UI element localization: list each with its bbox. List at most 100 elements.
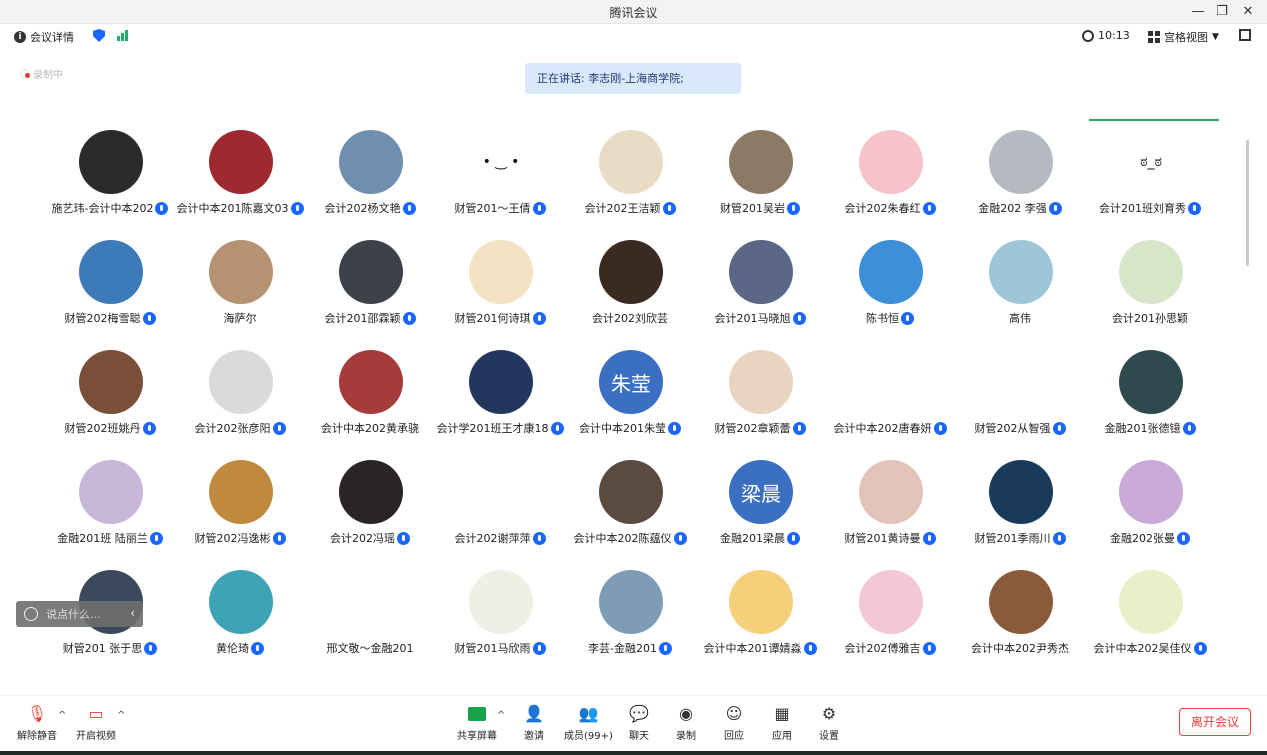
participant-tile[interactable]: 财管201黄诗曼 <box>825 450 955 560</box>
chat-input-bubble[interactable]: 说点什么... ‹ <box>16 601 143 627</box>
members-button[interactable]: 👥 成员(99+) <box>564 704 613 742</box>
fullscreen-icon <box>1239 29 1251 41</box>
participant-name-row: 财管202冯逸彬 <box>175 530 305 546</box>
meeting-details-label: 会议详情 <box>30 31 74 44</box>
participant-tile[interactable]: 朱莹 会计中本201朱莹 <box>565 340 695 450</box>
participant-name: 陈书恒 <box>866 312 899 325</box>
participant-name: 会计中本202陈蕴仪 <box>573 532 672 545</box>
chat-icon: 💬 <box>629 704 649 723</box>
participant-tile[interactable]: 金融201班 陆丽兰 <box>45 450 175 560</box>
view-label: 宫格视图 <box>1164 31 1208 44</box>
participant-tile[interactable]: 财管202章颖蕾 <box>695 340 825 450</box>
participant-name-row: 会计202冯瑶 <box>305 530 435 546</box>
participant-tile[interactable]: 财管202冯逸彬 <box>175 450 305 560</box>
unmute-button[interactable]: 🎙 解除静音 <box>17 704 57 742</box>
participant-tile[interactable]: ಠ_ಠ 会计201班刘育秀 <box>1085 120 1215 230</box>
meeting-timer[interactable]: 10:13 <box>1082 29 1130 42</box>
mic-icon <box>787 201 800 215</box>
participant-name: 会计学201班王才康18 <box>436 422 549 435</box>
participant-tile[interactable]: 金融202张曼 <box>1085 450 1215 560</box>
participant-tile[interactable]: 陈书恒 <box>825 230 955 340</box>
start-video-button[interactable]: ▭ 开启视频 <box>76 704 116 742</box>
participant-tile[interactable]: 会计中本202尹秀杰 <box>955 560 1085 670</box>
participant-tile[interactable]: 会计201孙思颖 <box>1085 230 1215 340</box>
avatar <box>79 240 143 304</box>
taskbar-edge <box>0 751 1267 755</box>
participant-tile[interactable]: 会计中本202陈蕴仪 <box>565 450 695 560</box>
participant-name-row: 财管202班姚丹 <box>45 420 175 436</box>
participant-name: 会计中本202尹秀杰 <box>971 642 1069 655</box>
react-button[interactable]: ☺ 回应 <box>723 704 745 742</box>
participant-tile[interactable]: 财管202从智强 <box>955 340 1085 450</box>
recording-label: 录制中 <box>33 70 63 81</box>
participant-tile[interactable]: 会计中本201谭婧淼 <box>695 560 825 670</box>
participant-tile[interactable]: 财管201何诗琪 <box>435 230 565 340</box>
emoji-icon[interactable] <box>24 607 38 621</box>
leave-meeting-button[interactable]: 离开会议 <box>1179 708 1251 736</box>
participant-name: 会计中本202唐春妍 <box>833 422 932 435</box>
meeting-details-button[interactable]: i 会议详情 <box>14 29 74 45</box>
fullscreen-button[interactable] <box>1239 29 1251 41</box>
participant-tile[interactable]: • ‿ • 财管201～王倩 <box>435 120 565 230</box>
security-button[interactable] <box>93 29 105 42</box>
collapse-chat-icon[interactable]: ‹ <box>130 606 135 620</box>
restore-button[interactable]: ❐ <box>1210 2 1234 22</box>
participant-tile[interactable]: 邢文敬～金融201 <box>305 560 435 670</box>
close-button[interactable]: ✕ <box>1236 2 1260 22</box>
participant-tile[interactable]: 黄伦琦 <box>175 560 305 670</box>
mic-icon <box>792 311 806 325</box>
participant-tile[interactable]: 会计202张彦阳 <box>175 340 305 450</box>
chat-button[interactable]: 💬 聊天 <box>628 704 650 742</box>
participant-tile[interactable]: 会计202谢萍萍 <box>435 450 565 560</box>
participant-tile[interactable]: 财管201季雨川 <box>955 450 1085 560</box>
participant-tile[interactable]: 财管201马欣雨 <box>435 560 565 670</box>
settings-button[interactable]: ⚙ 设置 <box>818 704 840 742</box>
apps-button[interactable]: ▦ 应用 <box>771 704 793 742</box>
record-button[interactable]: ◉ 录制 <box>675 704 697 742</box>
participant-tile[interactable]: 金融202 李强 <box>955 120 1085 230</box>
participant-tile[interactable]: 会计201马晓旭 <box>695 230 825 340</box>
avatar <box>339 130 403 194</box>
avatar <box>209 570 273 634</box>
video-options-caret[interactable]: ^ <box>117 710 125 721</box>
muted-mic-icon: 🎙 <box>26 704 48 723</box>
mic-icon <box>1177 531 1190 545</box>
participant-tile[interactable]: 会计202冯瑶 <box>305 450 435 560</box>
view-switch-button[interactable]: 宫格视图 ▼ <box>1148 29 1219 45</box>
minimize-button[interactable]: — <box>1186 2 1210 22</box>
participant-tile[interactable]: 会计201邵霖颖 <box>305 230 435 340</box>
participant-tile[interactable]: 会计202傅雅吉 <box>825 560 955 670</box>
participant-tile[interactable]: 会计202杨文艳 <box>305 120 435 230</box>
grid-scrollbar[interactable] <box>1246 140 1249 266</box>
participant-tile[interactable]: 财管202班姚丹 <box>45 340 175 450</box>
participant-tile[interactable]: 会计学201班王才康18 <box>435 340 565 450</box>
participant-name: 邢文敬～金融201 <box>326 642 414 655</box>
participant-tile[interactable]: 施艺玮-会计中本202 <box>45 120 175 230</box>
invite-button[interactable]: 👤 邀请 <box>523 704 545 742</box>
share-screen-button[interactable]: 共享屏幕 <box>457 704 497 742</box>
audio-options-caret[interactable]: ^ <box>58 710 66 721</box>
mic-icon <box>668 421 681 435</box>
avatar <box>729 350 793 414</box>
participant-name: 会计中本202吴佳仪 <box>1093 642 1192 655</box>
participant-tile[interactable]: 梁晨 金融201梁晨 <box>695 450 825 560</box>
participant-tile[interactable]: 海萨尔 <box>175 230 305 340</box>
participant-tile[interactable]: 财管202梅雪聪 <box>45 230 175 340</box>
participant-tile[interactable]: 会计中本202黄承骁 <box>305 340 435 450</box>
network-status[interactable] <box>117 29 128 41</box>
participant-name: 财管202梅雪聪 <box>64 312 141 325</box>
participant-name: 金融201张德镱 <box>1104 422 1181 435</box>
participant-tile[interactable]: 会计202朱春红 <box>825 120 955 230</box>
share-options-caret[interactable]: ^ <box>497 710 505 721</box>
participant-tile[interactable]: 会计中本201陈嘉文03 <box>175 120 305 230</box>
participant-name-row: 会计中本201谭婧淼 <box>695 640 825 656</box>
participant-tile[interactable]: 金融201张德镱 <box>1085 340 1215 450</box>
participant-tile[interactable]: 会计中本202吴佳仪 <box>1085 560 1215 670</box>
participant-tile[interactable]: 会计中本202唐春妍 <box>825 340 955 450</box>
participant-tile[interactable]: 李芸-金融201 <box>565 560 695 670</box>
participant-name-row: 会计中本202尹秀杰 <box>955 640 1085 656</box>
participant-tile[interactable]: 高伟 <box>955 230 1085 340</box>
participant-tile[interactable]: 会计202刘欣芸 <box>565 230 695 340</box>
participant-tile[interactable]: 财管201吴岩 <box>695 120 825 230</box>
participant-tile[interactable]: 会计202王洁颖 <box>565 120 695 230</box>
